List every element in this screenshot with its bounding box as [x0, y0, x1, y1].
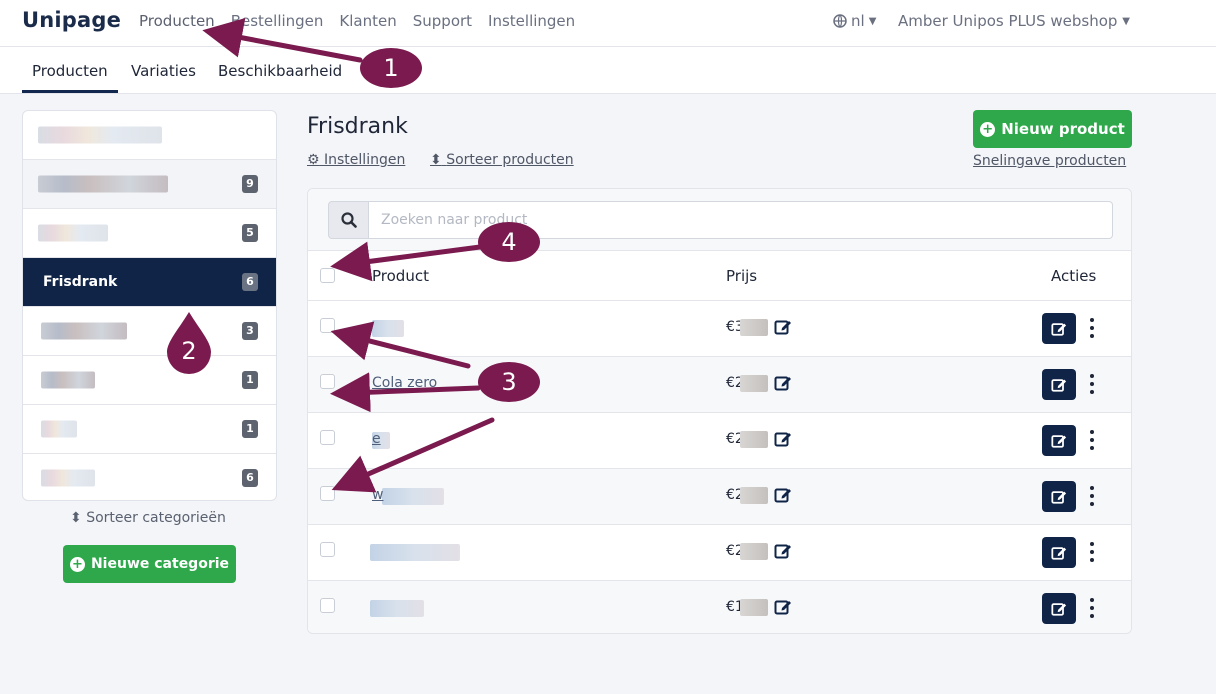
arrow-4 — [330, 241, 483, 282]
callout-1: 1 — [360, 48, 422, 88]
arrow-3b — [330, 372, 481, 413]
arrow-3c — [331, 417, 495, 493]
callout-3: 3 — [478, 362, 540, 402]
arrow-1 — [202, 18, 363, 63]
callout-4: 4 — [478, 222, 540, 262]
callout-2: 2 — [181, 337, 197, 365]
arrow-3a — [330, 321, 471, 369]
